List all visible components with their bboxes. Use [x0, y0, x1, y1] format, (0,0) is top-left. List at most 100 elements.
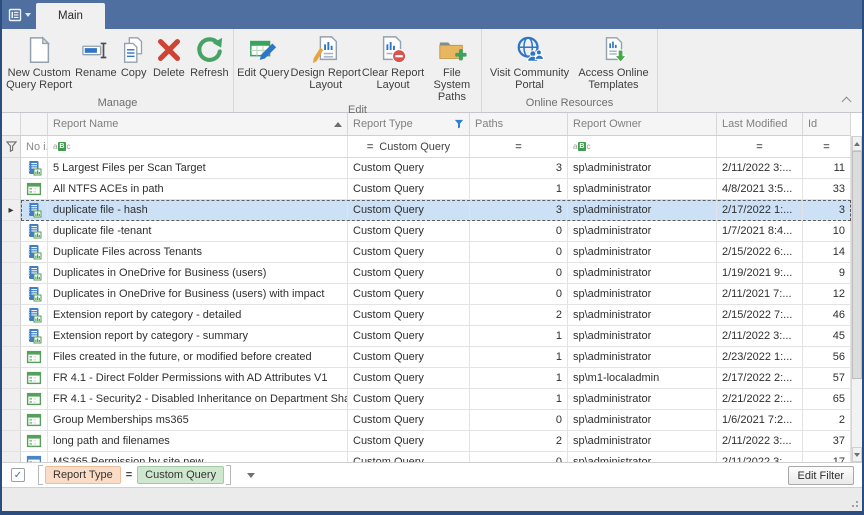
report-type-cell[interactable]: Custom Query	[348, 410, 470, 431]
last-modified-cell[interactable]: 2/11/2022 3:...	[717, 452, 803, 462]
id-cell[interactable]: 37	[803, 431, 851, 452]
table-row[interactable]: Extension report by category - detailed …	[2, 305, 851, 326]
paths-cell[interactable]: 2	[470, 305, 568, 326]
paths-cell[interactable]: 0	[470, 242, 568, 263]
report-name-cell[interactable]: Duplicate Files across Tenants	[48, 242, 348, 263]
report-owner-cell[interactable]: sp\administrator	[568, 242, 717, 263]
clear-report-layout-button[interactable]: Clear Report Layout	[361, 31, 425, 91]
filter-cell-report-type[interactable]: = Custom Query	[348, 136, 470, 158]
delete-button[interactable]: Delete	[150, 31, 188, 79]
equals-operator-icon[interactable]: =	[367, 141, 373, 153]
report-owner-cell[interactable]: sp\administrator	[568, 389, 717, 410]
table-row[interactable]: long path and filenames Custom Query 2 s…	[2, 431, 851, 452]
table-row[interactable]: Duplicates in OneDrive for Business (use…	[2, 263, 851, 284]
last-modified-cell[interactable]: 2/17/2022 1:...	[717, 200, 803, 221]
paths-cell[interactable]: 3	[470, 200, 568, 221]
table-row[interactable]: Duplicate Files across Tenants Custom Qu…	[2, 242, 851, 263]
report-type-cell[interactable]: Custom Query	[348, 431, 470, 452]
last-modified-cell[interactable]: 2/11/2022 3:...	[717, 431, 803, 452]
edit-filter-button[interactable]: Edit Filter	[788, 466, 854, 485]
report-name-cell[interactable]: Files created in the future, or modified…	[48, 347, 348, 368]
report-type-cell[interactable]: Custom Query	[348, 305, 470, 326]
last-modified-cell[interactable]: 4/8/2021 3:5...	[717, 179, 803, 200]
paths-cell[interactable]: 2	[470, 431, 568, 452]
table-row[interactable]: Duplicates in OneDrive for Business (use…	[2, 284, 851, 305]
report-type-cell[interactable]: Custom Query	[348, 389, 470, 410]
id-cell[interactable]: 56	[803, 347, 851, 368]
report-owner-cell[interactable]: sp\administrator	[568, 410, 717, 431]
paths-cell[interactable]: 0	[470, 452, 568, 462]
id-cell[interactable]: 2	[803, 410, 851, 431]
report-type-cell[interactable]: Custom Query	[348, 263, 470, 284]
last-modified-cell[interactable]: 2/15/2022 7:...	[717, 305, 803, 326]
paths-cell[interactable]: 0	[470, 263, 568, 284]
table-row[interactable]: FR 4.1 - Security2 - Disabled Inheritanc…	[2, 389, 851, 410]
table-row[interactable]: MS365 Permission by site new Custom Quer…	[2, 452, 851, 462]
report-name-cell[interactable]: FR 4.1 - Security2 - Disabled Inheritanc…	[48, 389, 348, 410]
paths-cell[interactable]: 0	[470, 410, 568, 431]
scroll-up-button[interactable]	[852, 136, 862, 151]
report-owner-cell[interactable]: sp\administrator	[568, 158, 717, 179]
contains-operator-icon[interactable]	[53, 142, 70, 151]
last-modified-cell[interactable]: 2/23/2022 1:...	[717, 347, 803, 368]
last-modified-cell[interactable]: 2/11/2022 3:...	[717, 326, 803, 347]
report-name-cell[interactable]: Extension report by category - summary	[48, 326, 348, 347]
contains-operator-icon[interactable]	[573, 142, 590, 151]
access-online-templates-button[interactable]: Access Online Templates	[574, 31, 654, 91]
filter-cell-last-modified[interactable]: =	[717, 136, 803, 158]
report-owner-cell[interactable]: sp\administrator	[568, 431, 717, 452]
column-header-report-type[interactable]: Report Type	[348, 113, 470, 136]
resize-grip[interactable]	[849, 498, 859, 508]
id-cell[interactable]: 11	[803, 158, 851, 179]
table-row[interactable]: Group Memberships ms365 Custom Query 0 s…	[2, 410, 851, 431]
report-type-cell[interactable]: Custom Query	[348, 284, 470, 305]
column-filter-icon[interactable]	[454, 119, 464, 129]
column-header-report-owner[interactable]: Report Owner	[568, 113, 717, 136]
filter-cell-paths[interactable]: =	[470, 136, 568, 158]
table-row[interactable]: FR 4.1 - Direct Folder Permissions with …	[2, 368, 851, 389]
report-type-cell[interactable]: Custom Query	[348, 326, 470, 347]
report-owner-cell[interactable]: sp\administrator	[568, 263, 717, 284]
report-owner-cell[interactable]: sp\administrator	[568, 452, 717, 462]
filter-cell-report-name[interactable]	[48, 136, 348, 158]
last-modified-cell[interactable]: 2/11/2021 7:...	[717, 284, 803, 305]
scroll-down-button[interactable]	[852, 447, 862, 462]
id-cell[interactable]: 17	[803, 452, 851, 462]
report-type-cell[interactable]: Custom Query	[348, 158, 470, 179]
scrollbar-thumb[interactable]	[852, 151, 862, 379]
last-modified-cell[interactable]: 2/15/2022 6:...	[717, 242, 803, 263]
report-type-cell[interactable]: Custom Query	[348, 242, 470, 263]
report-owner-cell[interactable]: sp\administrator	[568, 284, 717, 305]
report-owner-cell[interactable]: sp\administrator	[568, 221, 717, 242]
report-name-cell[interactable]: duplicate file -tenant	[48, 221, 348, 242]
report-name-cell[interactable]: FR 4.1 - Direct Folder Permissions with …	[48, 368, 348, 389]
copy-button[interactable]: Copy	[118, 31, 150, 79]
table-row[interactable]: duplicate file -tenant Custom Query 0 sp…	[2, 221, 851, 242]
id-cell[interactable]: 65	[803, 389, 851, 410]
paths-cell[interactable]: 0	[470, 284, 568, 305]
report-type-cell[interactable]: Custom Query	[348, 347, 470, 368]
id-cell[interactable]: 10	[803, 221, 851, 242]
visit-community-portal-button[interactable]: Visit Community Portal	[486, 31, 574, 91]
filter-cell-icon-col[interactable]: No i...	[21, 136, 48, 158]
report-owner-cell[interactable]: sp\administrator	[568, 200, 717, 221]
table-row[interactable]: Extension report by category - summary C…	[2, 326, 851, 347]
table-row[interactable]: duplicate file - hash Custom Query 3 sp\…	[2, 200, 851, 221]
equals-operator-icon[interactable]: =	[515, 141, 521, 153]
report-owner-cell[interactable]: sp\m1-localadmin	[568, 368, 717, 389]
report-owner-cell[interactable]: sp\administrator	[568, 347, 717, 368]
id-cell[interactable]: 3	[803, 200, 851, 221]
edit-query-button[interactable]: Edit Query	[236, 31, 290, 79]
last-modified-cell[interactable]: 1/7/2021 8:4...	[717, 221, 803, 242]
id-cell[interactable]: 9	[803, 263, 851, 284]
table-row[interactable]: 5 Largest Files per Scan Target Custom Q…	[2, 158, 851, 179]
rename-button[interactable]: Rename	[74, 31, 117, 79]
tab-main[interactable]: Main	[36, 3, 105, 29]
report-name-cell[interactable]: All NTFS ACEs in path	[48, 179, 348, 200]
report-owner-cell[interactable]: sp\administrator	[568, 326, 717, 347]
column-header-last-modified[interactable]: Last Modified	[717, 113, 803, 136]
last-modified-cell[interactable]: 2/11/2022 3:...	[717, 158, 803, 179]
report-type-cell[interactable]: Custom Query	[348, 179, 470, 200]
report-type-cell[interactable]: Custom Query	[348, 452, 470, 462]
filter-field-chip[interactable]: Report Type	[45, 466, 121, 484]
